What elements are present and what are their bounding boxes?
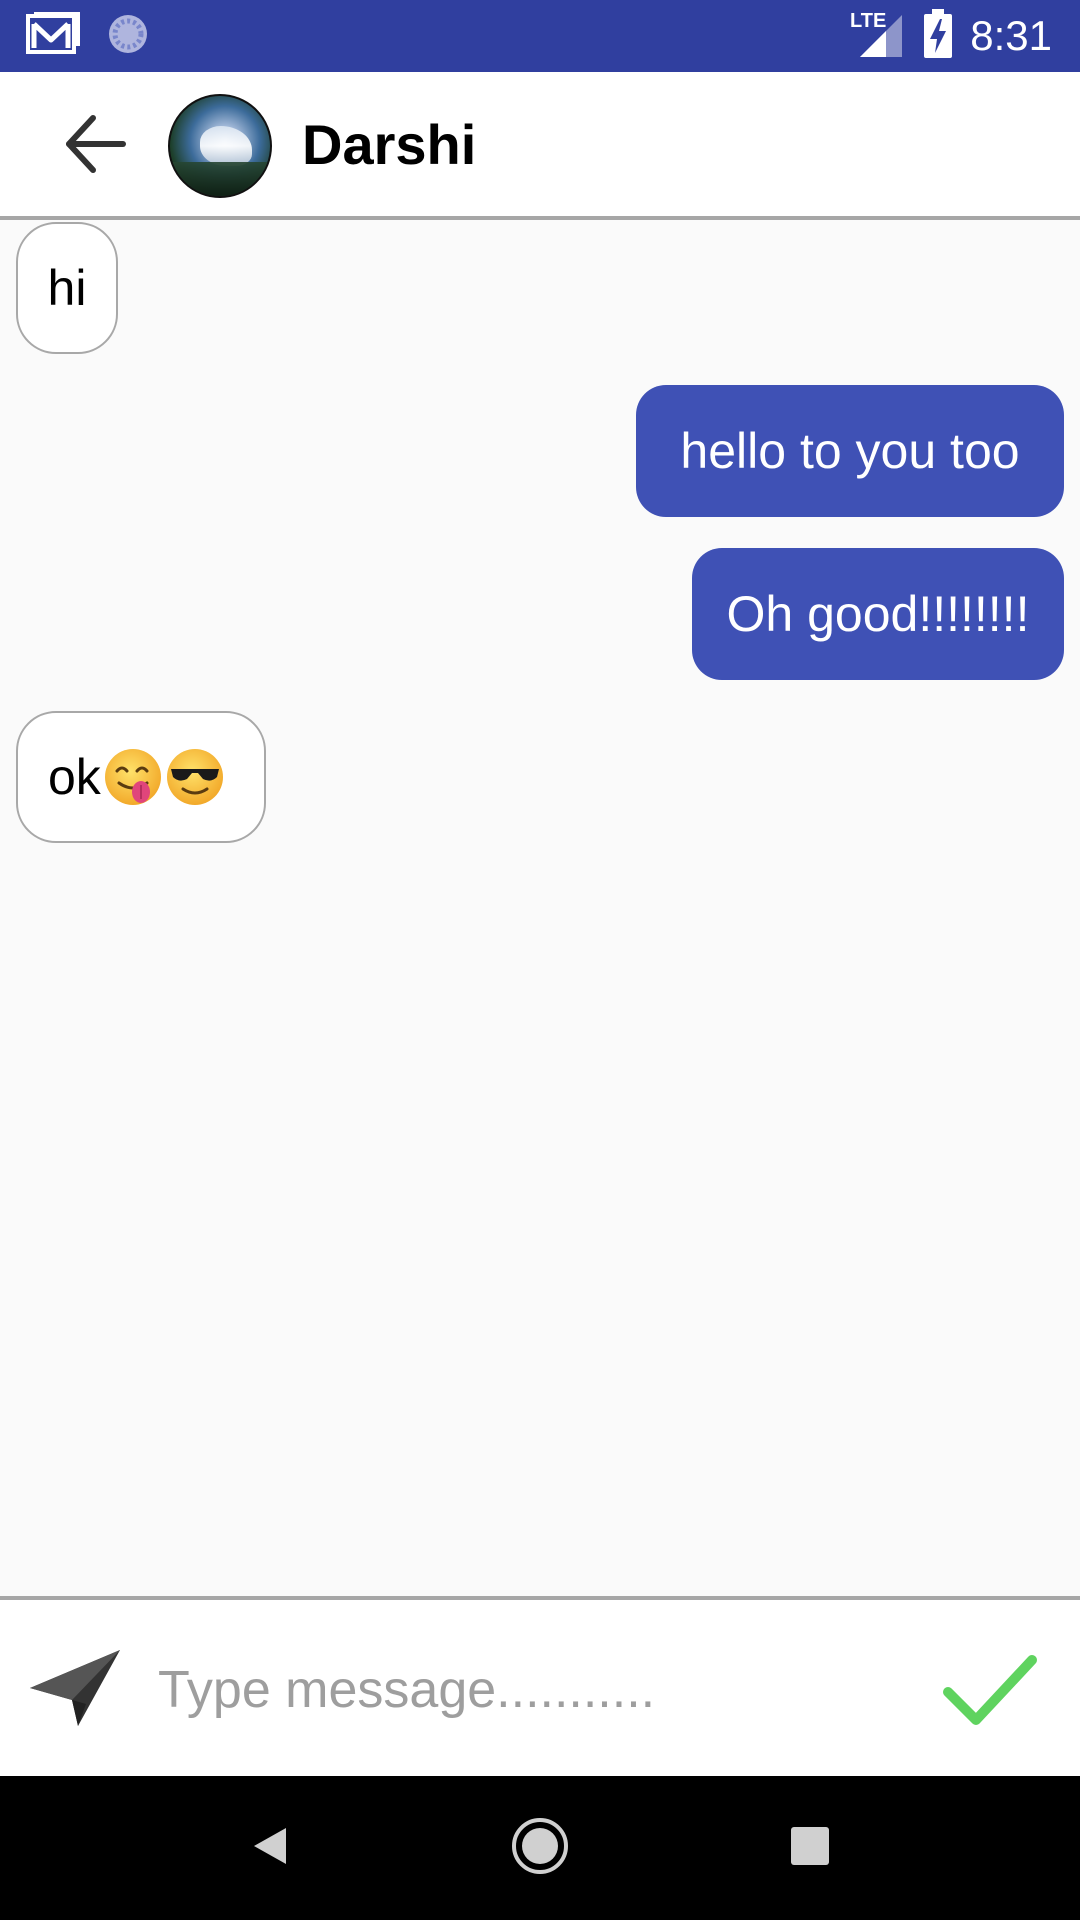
contact-name[interactable]: Darshi bbox=[302, 112, 476, 178]
message-input[interactable] bbox=[158, 1648, 898, 1732]
contact-avatar[interactable] bbox=[168, 94, 272, 198]
sunglasses-face-emoji bbox=[165, 747, 225, 807]
avatar-photo-foreground bbox=[170, 162, 270, 196]
chat-header: Darshi bbox=[0, 72, 1080, 216]
checkmark-icon bbox=[940, 1655, 1040, 1734]
message-text: hello to you too bbox=[680, 423, 1020, 479]
sync-icon bbox=[106, 12, 150, 61]
status-bar: LTE 8:31 bbox=[0, 0, 1080, 72]
send-button[interactable] bbox=[940, 1650, 1040, 1730]
nav-home-icon bbox=[510, 1816, 570, 1881]
nav-back-icon bbox=[246, 1822, 294, 1875]
yum-face-emoji bbox=[103, 747, 163, 807]
nav-home-button[interactable] bbox=[500, 1812, 580, 1884]
back-button[interactable] bbox=[50, 108, 140, 184]
battery-charging-icon bbox=[924, 8, 953, 64]
network-type-label: LTE bbox=[850, 10, 886, 32]
status-bar-notifications bbox=[26, 12, 150, 61]
lte-signal-icon: LTE bbox=[850, 9, 906, 64]
message-text: Oh good!!!!!!!! bbox=[726, 586, 1030, 642]
status-bar-system: LTE 8:31 bbox=[850, 8, 1052, 64]
message-composer bbox=[0, 1600, 1080, 1776]
message-text: ok bbox=[48, 749, 101, 805]
gmail-icon bbox=[26, 12, 80, 61]
incoming-message-bubble[interactable]: hi bbox=[16, 222, 118, 354]
status-time: 8:31 bbox=[970, 12, 1052, 59]
outgoing-message-bubble[interactable]: Oh good!!!!!!!! bbox=[692, 548, 1064, 680]
nav-recents-icon bbox=[789, 1825, 831, 1872]
outgoing-message-bubble[interactable]: hello to you too bbox=[636, 385, 1064, 517]
paper-plane-button[interactable] bbox=[28, 1646, 124, 1730]
paper-plane-icon bbox=[28, 1650, 124, 1734]
header-divider bbox=[0, 216, 1080, 220]
nav-back-button[interactable] bbox=[230, 1812, 310, 1884]
system-nav-bar bbox=[0, 1776, 1080, 1920]
nav-recents-button[interactable] bbox=[770, 1812, 850, 1884]
message-text: hi bbox=[47, 260, 87, 316]
incoming-message-bubble[interactable]: ok bbox=[16, 711, 266, 843]
arrow-back-icon bbox=[63, 114, 127, 179]
avatar-photo-detail bbox=[200, 126, 252, 166]
chat-screen: LTE 8:31 Darshi hi hello to you too Oh g… bbox=[0, 0, 1080, 1920]
